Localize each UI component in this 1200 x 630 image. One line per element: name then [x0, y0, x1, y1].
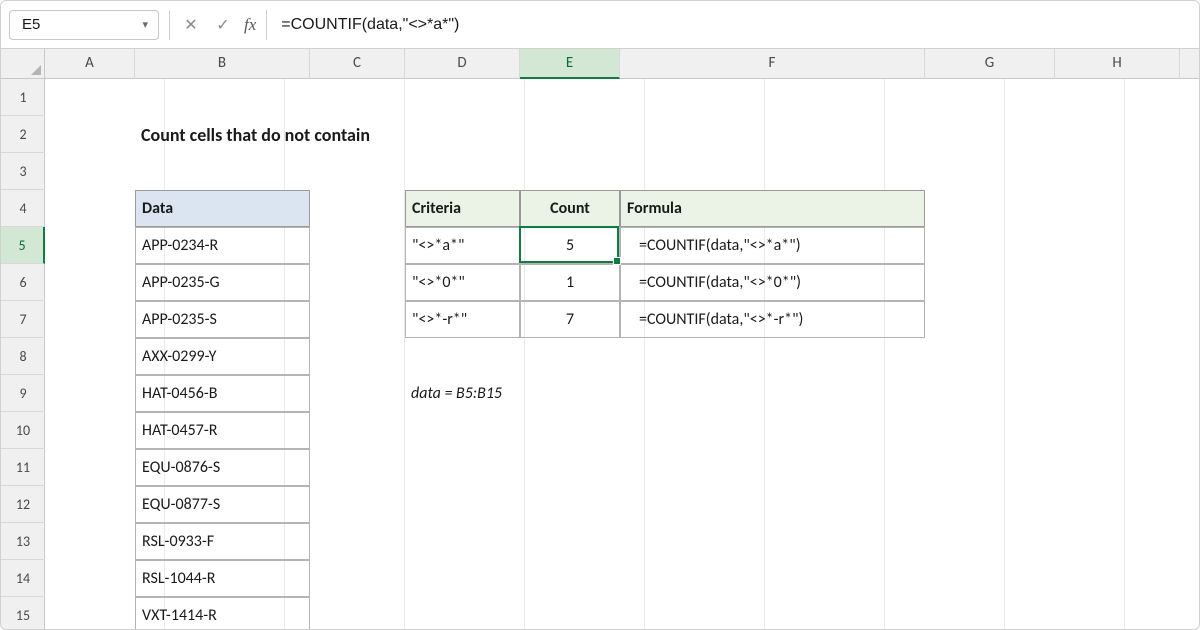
separator [266, 10, 267, 40]
formula-cell[interactable]: =COUNTIF(data,"<>*a*") [620, 227, 925, 264]
cells-layer[interactable]: Count cells that do not containDataAPP-0… [45, 79, 1199, 629]
count-cell[interactable]: 1 [520, 264, 620, 301]
row-headers: 123456789101112131415 [1, 79, 45, 629]
fx-icon[interactable]: fx [244, 15, 256, 35]
row-header-14[interactable]: 14 [1, 560, 45, 597]
named-range-note: data = B5:B15 [405, 375, 620, 412]
formula-input[interactable] [277, 15, 1191, 35]
data-cell[interactable]: VXT-1414-R [135, 597, 310, 629]
data-cell[interactable]: EQU-0876-S [135, 449, 310, 486]
column-header-A[interactable]: A [45, 49, 135, 79]
column-header-E[interactable]: E [520, 49, 620, 79]
row-header-2[interactable]: 2 [1, 116, 45, 153]
row-header-9[interactable]: 9 [1, 375, 45, 412]
name-box[interactable]: ▾ [9, 10, 159, 40]
data-cell[interactable]: APP-0234-R [135, 227, 310, 264]
spreadsheet-grid[interactable]: ABCDEFGHI 123456789101112131415 Count ce… [1, 49, 1199, 629]
confirm-icon[interactable]: ✓ [212, 15, 234, 35]
formula-cell[interactable]: =COUNTIF(data,"<>*0*") [620, 264, 925, 301]
data-cell[interactable]: EQU-0877-S [135, 486, 310, 523]
formula-cell[interactable]: =COUNTIF(data,"<>*-r*") [620, 301, 925, 338]
count-header[interactable]: Count [520, 190, 620, 227]
criteria-cell[interactable]: "<>*a*" [405, 227, 520, 264]
select-all-corner[interactable] [1, 49, 45, 79]
row-header-3[interactable]: 3 [1, 153, 45, 190]
column-headers: ABCDEFGHI [45, 49, 1199, 79]
chevron-down-icon[interactable]: ▾ [142, 18, 148, 31]
row-header-13[interactable]: 13 [1, 523, 45, 560]
row-header-10[interactable]: 10 [1, 412, 45, 449]
criteria-header[interactable]: Criteria [405, 190, 520, 227]
data-cell[interactable]: AXX-0299-Y [135, 338, 310, 375]
column-header-C[interactable]: C [310, 49, 405, 79]
formula-bar: ▾ ✕ ✓ fx [1, 1, 1199, 49]
data-cell[interactable]: RSL-1044-R [135, 560, 310, 597]
data-cell[interactable]: HAT-0456-B [135, 375, 310, 412]
data-cell[interactable]: RSL-0933-F [135, 523, 310, 560]
row-header-5[interactable]: 5 [1, 227, 45, 264]
data-header[interactable]: Data [135, 190, 310, 227]
formula-header[interactable]: Formula [620, 190, 925, 227]
data-cell[interactable]: APP-0235-S [135, 301, 310, 338]
cancel-icon[interactable]: ✕ [180, 15, 202, 35]
app-frame: ▾ ✕ ✓ fx ABCDEFGHI 123456789101112131415… [0, 0, 1200, 630]
formula-bar-controls: ✕ ✓ fx [180, 15, 256, 35]
row-header-6[interactable]: 6 [1, 264, 45, 301]
page-title: Count cells that do not contain [135, 116, 520, 153]
count-cell[interactable]: 5 [520, 227, 620, 264]
row-header-7[interactable]: 7 [1, 301, 45, 338]
row-header-15[interactable]: 15 [1, 597, 45, 629]
column-header-G[interactable]: G [925, 49, 1055, 79]
column-header-H[interactable]: H [1055, 49, 1180, 79]
row-header-12[interactable]: 12 [1, 486, 45, 523]
column-header-I[interactable]: I [1180, 49, 1199, 79]
row-header-4[interactable]: 4 [1, 190, 45, 227]
data-cell[interactable]: HAT-0457-R [135, 412, 310, 449]
name-box-input[interactable] [20, 15, 120, 34]
row-header-11[interactable]: 11 [1, 449, 45, 486]
count-cell[interactable]: 7 [520, 301, 620, 338]
column-header-B[interactable]: B [135, 49, 310, 79]
row-header-8[interactable]: 8 [1, 338, 45, 375]
column-header-F[interactable]: F [620, 49, 925, 79]
data-cell[interactable]: APP-0235-G [135, 264, 310, 301]
criteria-cell[interactable]: "<>*-r*" [405, 301, 520, 338]
row-header-1[interactable]: 1 [1, 79, 45, 116]
column-header-D[interactable]: D [405, 49, 520, 79]
separator [169, 10, 170, 40]
criteria-cell[interactable]: "<>*0*" [405, 264, 520, 301]
